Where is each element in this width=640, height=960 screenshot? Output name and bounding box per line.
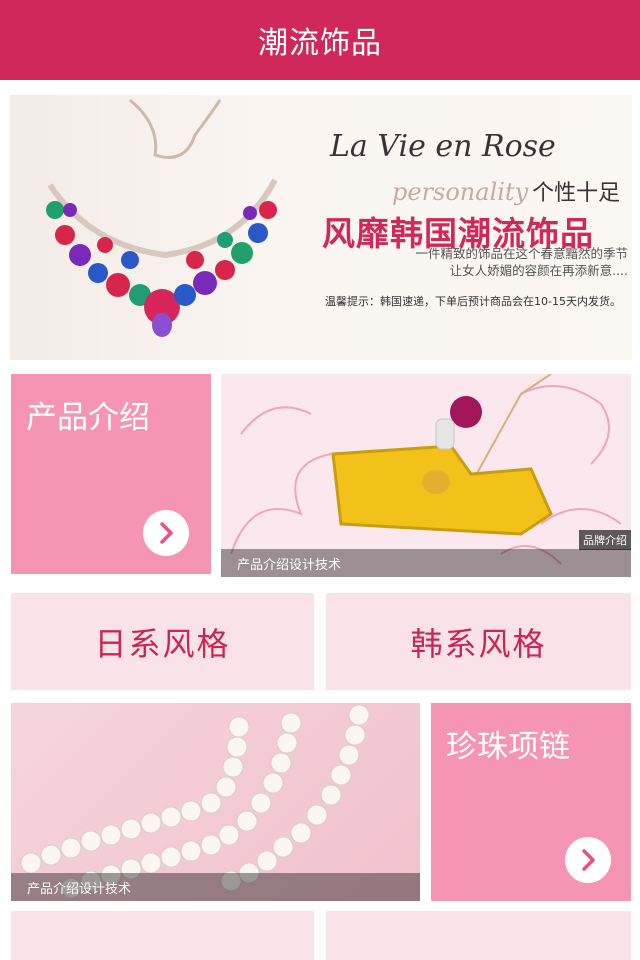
tile-label: 产品介绍 (26, 400, 150, 436)
bottom-tile-right[interactable] (326, 911, 631, 960)
japanese-style-tile[interactable]: 日系风格 (11, 593, 314, 690)
promo-banner[interactable]: La Vie en Rose personality 个性十足 风靡韩国潮流饰品… (10, 95, 632, 360)
banner-copy-line: 一件精致的饰品在这个春意黯然的季节 (415, 246, 628, 261)
chevron-right-icon (160, 522, 173, 544)
pearl-photo[interactable]: 产品介绍设计技术 (11, 703, 420, 901)
banner-notice: 温馨提示：韩国速递，下单后预计商品会在10-15天内发货。 (325, 295, 621, 308)
banner-copy: 一件精致的饰品在这个春意黯然的季节 让女人娇媚的容颜在再添新意.... (378, 245, 628, 279)
banner-tagline-en: personality (392, 178, 529, 206)
bottom-tile-left[interactable] (11, 911, 314, 960)
banner-title: La Vie en Rose (330, 129, 556, 164)
arrow-button[interactable] (565, 837, 611, 883)
pearl-necklace-tile[interactable]: 珍珠项链 (431, 703, 631, 901)
page-title: 潮流饰品 (258, 26, 382, 61)
page-header: 潮流饰品 (0, 0, 640, 80)
photo-caption: 产品介绍设计技术 (11, 873, 420, 901)
chevron-right-icon (582, 849, 595, 871)
korean-style-tile[interactable]: 韩系风格 (326, 593, 631, 690)
pendant-image (230, 374, 622, 565)
tile-label: 珍珠项链 (446, 729, 570, 765)
banner-copy-line: 让女人娇媚的容颜在再添新意.... (449, 263, 628, 278)
arrow-button[interactable] (143, 510, 189, 556)
necklace-image (46, 98, 278, 337)
brand-tag[interactable]: 品牌介绍 (579, 530, 631, 550)
pendant-photo[interactable]: 品牌介绍 产品介绍设计技术 (221, 374, 631, 577)
pearl-image (20, 704, 370, 899)
banner-tagline: personality 个性十足 (392, 175, 621, 206)
product-intro-tile[interactable]: 产品介绍 (11, 374, 211, 574)
banner-tagline-cn: 个性十足 (532, 181, 621, 206)
photo-caption: 产品介绍设计技术 (221, 549, 631, 577)
